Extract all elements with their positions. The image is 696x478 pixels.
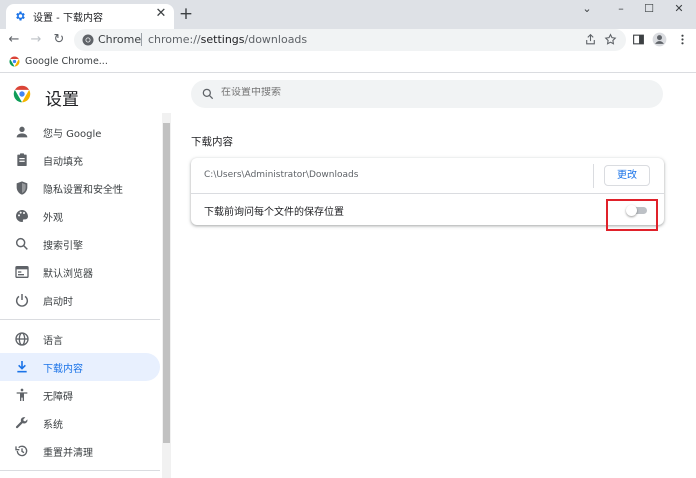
sidebar-item-search-engine[interactable]: 搜索引擎	[0, 230, 160, 258]
sidebar-item-system[interactable]: 系统	[0, 409, 160, 437]
tab-search-chevron-icon[interactable]: ⌄	[570, 0, 604, 20]
sidebar-item-reset[interactable]: 重置并清理	[0, 437, 160, 465]
sidebar-item-label: 自动填充	[43, 157, 83, 168]
section-title: 下载内容	[191, 136, 233, 148]
browser-icon	[15, 266, 29, 278]
sidebar-item-accessibility[interactable]: 无障碍	[0, 381, 160, 409]
sidebar-item-appearance[interactable]: 外观	[0, 202, 160, 230]
url-prefix: chrome://	[148, 33, 201, 46]
sidebar-item-label: 下载内容	[43, 364, 83, 375]
url-host: settings	[200, 33, 245, 46]
title-bar: 设置 - 下载内容 ✕ + ⌄ – ☐ ✕	[0, 0, 696, 29]
person-icon	[16, 126, 28, 138]
sidebar-item-autofill[interactable]: 自动填充	[0, 146, 160, 174]
change-location-button[interactable]: 更改	[604, 165, 650, 186]
scrollbar-thumb[interactable]	[163, 123, 170, 443]
wrench-icon	[15, 417, 28, 429]
tab-close-icon[interactable]: ✕	[154, 7, 168, 21]
sidebar-item-on-startup[interactable]: 启动时	[0, 286, 160, 314]
tab-settings[interactable]: 设置 - 下载内容 ✕	[6, 4, 174, 29]
sidebar-item-label: 重置并清理	[43, 448, 93, 459]
back-button[interactable]: ←	[5, 31, 23, 49]
annotation-highlight-box	[606, 199, 658, 231]
maximize-button[interactable]: ☐	[632, 0, 666, 20]
close-window-button[interactable]: ✕	[662, 0, 696, 20]
profile-avatar-icon[interactable]	[650, 31, 668, 49]
search-input[interactable]	[221, 87, 521, 98]
sidebar-item-label: 启动时	[43, 297, 73, 308]
more-menu-icon[interactable]	[673, 31, 691, 49]
download-icon	[17, 361, 27, 373]
settings-search[interactable]	[191, 80, 663, 108]
reload-button[interactable]: ↻	[50, 31, 68, 49]
sidebar-item-label: 系统	[43, 420, 63, 431]
site-label: Chrome	[98, 33, 142, 46]
search-icon	[202, 88, 214, 100]
sidebar-item-label: 语言	[43, 336, 63, 347]
sidebar-item-you-and-google[interactable]: 您与 Google	[0, 118, 160, 146]
search-icon	[15, 237, 28, 250]
sidebar: 您与 Google 自动填充 隐私设置和安全性 外观 搜索引擎 默认浏览器 启动…	[0, 118, 160, 478]
forward-button[interactable]: →	[27, 31, 45, 49]
ask-where-to-save-label: 下载前询问每个文件的保存位置	[204, 207, 344, 218]
card-divider	[191, 193, 664, 194]
palette-icon	[16, 210, 28, 222]
share-icon[interactable]	[582, 32, 598, 48]
new-tab-button[interactable]: +	[178, 6, 194, 23]
bookmarks-bar: Google Chrome...	[0, 51, 696, 73]
shield-icon	[16, 181, 28, 195]
sidebar-item-label: 搜索引擎	[43, 241, 83, 252]
side-panel-icon[interactable]	[629, 31, 647, 49]
omnibox-divider	[141, 33, 142, 46]
sidebar-divider	[0, 319, 160, 320]
bookmark-label: Google Chrome...	[25, 56, 108, 67]
google-chrome-icon	[9, 56, 20, 67]
download-location-path: C:\Users\Administrator\Downloads	[204, 170, 359, 180]
address-bar[interactable]: Chrome chrome://settings/downloads	[74, 29, 626, 51]
accessibility-icon	[16, 388, 28, 401]
sidebar-item-languages[interactable]: 语言	[0, 325, 160, 353]
sidebar-item-label: 隐私设置和安全性	[43, 185, 123, 196]
sidebar-item-label: 外观	[43, 213, 63, 224]
chrome-logo-icon	[13, 85, 31, 103]
row-divider	[593, 164, 594, 188]
tab-title: 设置 - 下载内容	[33, 13, 103, 24]
page-title: 设置	[45, 90, 79, 110]
sidebar-item-default-browser[interactable]: 默认浏览器	[0, 258, 160, 286]
downloads-card: C:\Users\Administrator\Downloads 更改 下载前询…	[191, 158, 664, 225]
globe-icon	[15, 332, 29, 346]
gear-icon	[16, 11, 25, 21]
history-icon	[15, 445, 28, 457]
sidebar-divider	[0, 470, 160, 471]
power-icon	[15, 294, 29, 307]
sidebar-item-downloads[interactable]: 下载内容	[0, 353, 160, 381]
sidebar-scrollbar[interactable]	[162, 113, 171, 478]
sidebar-item-label: 您与 Google	[43, 129, 102, 140]
sidebar-item-label: 无障碍	[43, 392, 73, 403]
bookmark-star-icon[interactable]	[602, 32, 618, 48]
url-path: /downloads	[244, 33, 308, 46]
sidebar-item-privacy[interactable]: 隐私设置和安全性	[0, 174, 160, 202]
toolbar: ← → ↻ Chrome chrome://settings/downloads	[0, 29, 696, 51]
url-text[interactable]: chrome://settings/downloads	[148, 33, 307, 46]
sidebar-item-label: 默认浏览器	[43, 269, 93, 280]
clipboard-icon	[17, 153, 27, 166]
chrome-icon	[82, 34, 94, 46]
